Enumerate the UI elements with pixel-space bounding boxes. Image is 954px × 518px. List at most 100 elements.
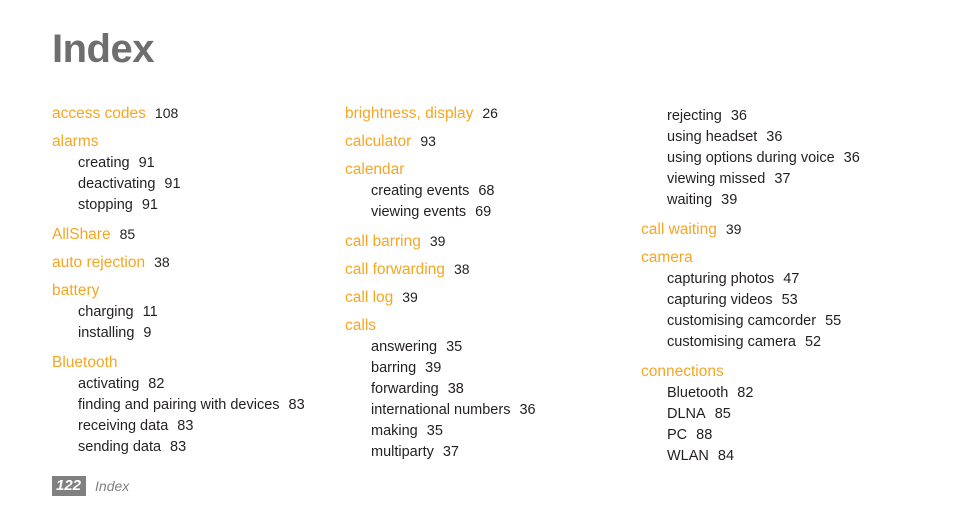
index-page-reference[interactable]: 83 [289,397,305,413]
index-page-reference[interactable]: 82 [148,376,164,392]
index-entry-sub[interactable]: capturing videos 53 [641,290,931,311]
index-entry-sub[interactable]: forwarding 38 [345,379,620,400]
index-page-reference[interactable]: 85 [715,406,731,422]
index-subentry-group: activating 82 finding and pairing with dev… [52,374,327,458]
index-entry-main[interactable]: Bluetooth [52,353,327,372]
index-column-1: access codes 108 alarms creating 91 deactivat… [52,104,327,458]
index-entry-sub[interactable]: DLNA 85 [641,404,931,425]
index-subterm: creating [78,155,130,171]
index-term: calculator [345,133,412,150]
index-page-reference[interactable]: 37 [774,171,790,187]
index-entry-sub[interactable]: receiving data 83 [52,416,327,437]
index-page-reference[interactable]: 39 [721,192,737,208]
index-term: calendar [345,161,405,178]
index-entry-sub[interactable]: creating events 68 [345,181,620,202]
index-entry-main[interactable]: call log 39 [345,288,620,307]
index-page-reference[interactable]: 38 [448,381,464,397]
index-page-reference[interactable]: 35 [427,423,443,439]
index-page-reference[interactable]: 68 [478,183,494,199]
index-entry-sub[interactable]: activating 82 [52,374,327,395]
index-page-reference[interactable]: 39 [402,289,418,305]
index-entry-main[interactable]: AllShare 85 [52,225,327,244]
index-entry-sub[interactable]: creating 91 [52,153,327,174]
index-page-reference[interactable]: 85 [120,226,136,242]
index-page-reference[interactable]: 9 [143,325,151,341]
index-page-reference[interactable]: 47 [783,271,799,287]
index-entry-sub[interactable]: deactivating 91 [52,174,327,195]
index-entry-sub[interactable]: rejecting 36 [641,106,931,127]
index-entry-main[interactable]: call barring 39 [345,232,620,251]
index-page-reference[interactable]: 36 [519,402,535,418]
index-entry-main[interactable]: calls [345,316,620,335]
index-entry-main[interactable]: connections [641,362,931,381]
index-entry-sub[interactable]: multiparty 37 [345,442,620,463]
index-entry-main[interactable]: brightness, display 26 [345,104,620,123]
index-entry-sub[interactable]: barring 39 [345,358,620,379]
index-page-reference[interactable]: 53 [782,292,798,308]
index-page-reference[interactable]: 91 [164,176,180,192]
index-entry-main[interactable]: auto rejection 38 [52,253,327,272]
index-entry-main[interactable]: access codes 108 [52,104,327,123]
index-entry-sub[interactable]: international numbers 36 [345,400,620,421]
index-page-reference[interactable]: 93 [420,133,436,149]
index-entry-main[interactable]: call waiting 39 [641,220,931,239]
index-entry-sub[interactable]: viewing missed 37 [641,169,931,190]
index-page-reference[interactable]: 38 [454,261,470,277]
index-entry-main[interactable]: camera [641,248,931,267]
index-page-reference[interactable]: 26 [482,105,498,121]
index-subentry-group: Bluetooth 82 DLNA 85 PC 88 WLAN 84 [641,383,931,467]
index-entry-main[interactable]: battery [52,281,327,300]
index-page-reference[interactable]: 35 [446,339,462,355]
index-entry-sub[interactable]: capturing photos 47 [641,269,931,290]
index-subterm: using headset [667,129,758,145]
index-page-reference[interactable]: 36 [844,150,860,166]
index-subterm: rejecting [667,108,722,124]
index-subterm: international numbers [371,402,511,418]
index-entry-sub[interactable]: installing 9 [52,323,327,344]
index-entry-sub[interactable]: answering 35 [345,337,620,358]
index-entry-sub[interactable]: customising camera 52 [641,332,931,353]
index-page-reference[interactable]: 55 [825,313,841,329]
index-page-reference[interactable]: 37 [443,444,459,460]
index-page-reference[interactable]: 36 [766,129,782,145]
index-term: camera [641,249,693,266]
index-entry-main[interactable]: call forwarding 38 [345,260,620,279]
index-entry-sub[interactable]: finding and pairing with devices 83 [52,395,327,416]
index-page-reference[interactable]: 83 [170,439,186,455]
index-page-reference[interactable]: 11 [143,304,158,320]
index-entry-main[interactable]: calculator 93 [345,132,620,151]
index-entry-sub[interactable]: viewing events 69 [345,202,620,223]
index-page-reference[interactable]: 38 [154,254,170,270]
index-entry-sub[interactable]: WLAN 84 [641,446,931,467]
index-term: brightness, display [345,105,474,122]
index-entry-main[interactable]: calendar [345,160,620,179]
index-page-reference[interactable]: 108 [155,105,178,121]
index-page-reference[interactable]: 91 [142,197,158,213]
index-page-reference[interactable]: 52 [805,334,821,350]
index-entry-sub[interactable]: Bluetooth 82 [641,383,931,404]
index-entry-main[interactable]: alarms [52,132,327,151]
index-entry-sub[interactable]: charging 11 [52,302,327,323]
index-page-reference[interactable]: 91 [139,155,155,171]
index-entry-sub[interactable]: stopping 91 [52,195,327,216]
index-entry-sub[interactable]: customising camcorder 55 [641,311,931,332]
index-subterm: using options during voice [667,150,835,166]
index-page-reference[interactable]: 36 [731,108,747,124]
index-page-reference[interactable]: 39 [425,360,441,376]
index-entry-sub[interactable]: sending data 83 [52,437,327,458]
index-page-reference[interactable]: 69 [475,204,491,220]
index-page-reference[interactable]: 39 [726,221,742,237]
index-page-reference[interactable]: 39 [430,233,446,249]
index-subterm: customising camera [667,334,796,350]
index-entry-sub[interactable]: making 35 [345,421,620,442]
index-page-reference[interactable]: 83 [177,418,193,434]
index-entry-sub[interactable]: using headset 36 [641,127,931,148]
index-entry-sub[interactable]: waiting 39 [641,190,931,211]
index-page-reference[interactable]: 84 [718,448,734,464]
index-subterm: creating events [371,183,470,199]
index-entry-sub[interactable]: using options during voice 36 [641,148,931,169]
index-page-reference[interactable]: 82 [737,385,753,401]
index-page-reference[interactable]: 88 [696,427,712,443]
index-entry-sub[interactable]: PC 88 [641,425,931,446]
index-subterm: receiving data [78,418,169,434]
